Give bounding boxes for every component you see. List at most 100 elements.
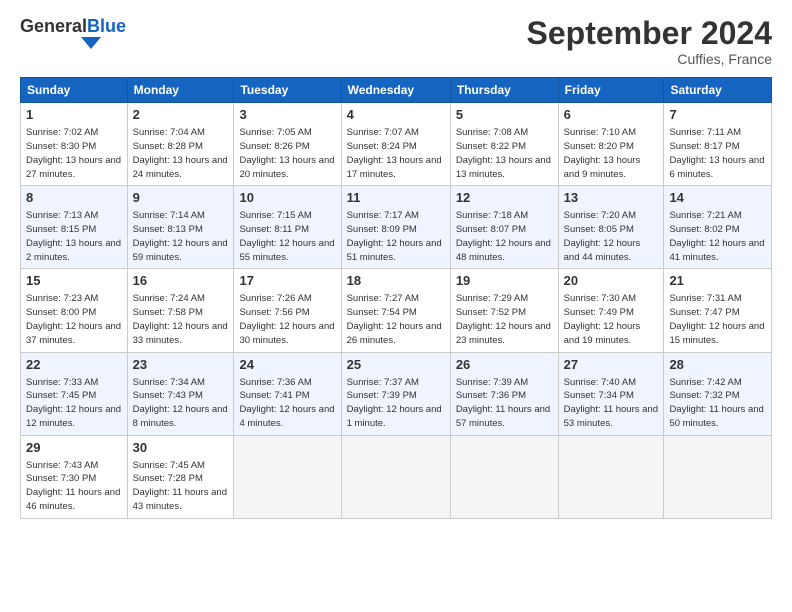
logo-blue-text: Blue — [87, 16, 126, 37]
day-info: Sunrise: 7:34 AMSunset: 7:43 PMDaylight:… — [133, 377, 228, 429]
day-info: Sunrise: 7:39 AMSunset: 7:36 PMDaylight:… — [456, 377, 550, 429]
calendar-cell: 30 Sunrise: 7:45 AMSunset: 7:28 PMDayligh… — [127, 435, 234, 518]
day-number: 11 — [347, 190, 445, 207]
day-number: 5 — [456, 107, 553, 124]
day-info: Sunrise: 7:21 AMSunset: 8:02 PMDaylight:… — [669, 210, 764, 262]
day-number: 14 — [669, 190, 766, 207]
day-number: 8 — [26, 190, 122, 207]
calendar-cell: 24Sunrise: 7:36 AMSunset: 7:41 PMDayligh… — [234, 352, 341, 435]
calendar-cell: 22 Sunrise: 7:33 AMSunset: 7:45 PMDayligh… — [21, 352, 128, 435]
day-info: Sunrise: 7:26 AMSunset: 7:56 PMDaylight:… — [239, 293, 334, 345]
calendar-cell: 23 Sunrise: 7:34 AMSunset: 7:43 PMDayligh… — [127, 352, 234, 435]
day-info: Sunrise: 7:02 AMSunset: 8:30 PMDaylight:… — [26, 127, 121, 179]
day-number: 19 — [456, 273, 553, 290]
header-sunday: Sunday — [21, 78, 128, 103]
day-number: 1 — [26, 107, 122, 124]
calendar-row-4: 22 Sunrise: 7:33 AMSunset: 7:45 PMDayligh… — [21, 352, 772, 435]
calendar-cell — [341, 435, 450, 518]
calendar-cell: 8Sunrise: 7:13 AMSunset: 8:15 PMDaylight… — [21, 186, 128, 269]
calendar-cell: 18Sunrise: 7:27 AMSunset: 7:54 PMDayligh… — [341, 269, 450, 352]
calendar-cell: 26Sunrise: 7:39 AMSunset: 7:36 PMDayligh… — [450, 352, 558, 435]
title-section: September 2024 Cuffies, France — [527, 16, 772, 67]
day-number: 3 — [239, 107, 335, 124]
day-info: Sunrise: 7:05 AMSunset: 8:26 PMDaylight:… — [239, 127, 334, 179]
logo-triangle-icon — [81, 37, 101, 49]
day-info: Sunrise: 7:40 AMSunset: 7:34 PMDaylight:… — [564, 377, 658, 429]
weekday-header-row: Sunday Monday Tuesday Wednesday Thursday… — [21, 78, 772, 103]
day-number: 24 — [239, 357, 335, 374]
day-info: Sunrise: 7:04 AMSunset: 8:28 PMDaylight:… — [133, 127, 228, 179]
calendar-cell: 16 Sunrise: 7:24 AMSunset: 7:58 PMDayligh… — [127, 269, 234, 352]
day-info: Sunrise: 7:20 AMSunset: 8:05 PMDaylight:… — [564, 210, 641, 262]
calendar-cell: 15Sunrise: 7:23 AMSunset: 8:00 PMDayligh… — [21, 269, 128, 352]
day-number: 27 — [564, 357, 659, 374]
day-info: Sunrise: 7:30 AMSunset: 7:49 PMDaylight:… — [564, 293, 641, 345]
calendar-cell: 25Sunrise: 7:37 AMSunset: 7:39 PMDayligh… — [341, 352, 450, 435]
calendar-cell — [664, 435, 772, 518]
day-number: 28 — [669, 357, 766, 374]
day-number: 20 — [564, 273, 659, 290]
header-saturday: Saturday — [664, 78, 772, 103]
calendar-row-3: 15Sunrise: 7:23 AMSunset: 8:00 PMDayligh… — [21, 269, 772, 352]
calendar-cell: 29 Sunrise: 7:43 AMSunset: 7:30 PMDayligh… — [21, 435, 128, 518]
day-info: Sunrise: 7:17 AMSunset: 8:09 PMDaylight:… — [347, 210, 442, 262]
day-number: 30 — [133, 440, 229, 457]
day-info: Sunrise: 7:24 AMSunset: 7:58 PMDaylight:… — [133, 293, 228, 345]
calendar-cell: 9 Sunrise: 7:14 AMSunset: 8:13 PMDaylight… — [127, 186, 234, 269]
day-number: 13 — [564, 190, 659, 207]
day-number: 29 — [26, 440, 122, 457]
calendar-cell: 27 Sunrise: 7:40 AMSunset: 7:34 PMDayligh… — [558, 352, 664, 435]
day-info: Sunrise: 7:15 AMSunset: 8:11 PMDaylight:… — [239, 210, 334, 262]
day-info: Sunrise: 7:14 AMSunset: 8:13 PMDaylight:… — [133, 210, 228, 262]
calendar-cell: 6 Sunrise: 7:10 AMSunset: 8:20 PMDaylight… — [558, 103, 664, 186]
day-info: Sunrise: 7:45 AMSunset: 7:28 PMDaylight:… — [133, 460, 227, 512]
day-number: 12 — [456, 190, 553, 207]
header-tuesday: Tuesday — [234, 78, 341, 103]
calendar-cell: 17Sunrise: 7:26 AMSunset: 7:56 PMDayligh… — [234, 269, 341, 352]
header-friday: Friday — [558, 78, 664, 103]
day-info: Sunrise: 7:10 AMSunset: 8:20 PMDaylight:… — [564, 127, 641, 179]
calendar-row-1: 1 Sunrise: 7:02 AMSunset: 8:30 PMDaylight… — [21, 103, 772, 186]
day-info: Sunrise: 7:33 AMSunset: 7:45 PMDaylight:… — [26, 377, 121, 429]
subtitle: Cuffies, France — [527, 51, 772, 67]
day-number: 7 — [669, 107, 766, 124]
day-number: 10 — [239, 190, 335, 207]
calendar-row-2: 8Sunrise: 7:13 AMSunset: 8:15 PMDaylight… — [21, 186, 772, 269]
day-info: Sunrise: 7:31 AMSunset: 7:47 PMDaylight:… — [669, 293, 764, 345]
day-number: 9 — [133, 190, 229, 207]
logo-wordmark: GeneralBlue — [20, 16, 126, 37]
day-info: Sunrise: 7:29 AMSunset: 7:52 PMDaylight:… — [456, 293, 551, 345]
calendar-cell: 11 Sunrise: 7:17 AMSunset: 8:09 PMDayligh… — [341, 186, 450, 269]
calendar-cell: 20 Sunrise: 7:30 AMSunset: 7:49 PMDayligh… — [558, 269, 664, 352]
page: GeneralBlue September 2024 Cuffies, Fran… — [0, 0, 792, 612]
calendar-cell: 21Sunrise: 7:31 AMSunset: 7:47 PMDayligh… — [664, 269, 772, 352]
calendar-cell: 1 Sunrise: 7:02 AMSunset: 8:30 PMDaylight… — [21, 103, 128, 186]
calendar-cell: 28 Sunrise: 7:42 AMSunset: 7:32 PMDayligh… — [664, 352, 772, 435]
day-number: 6 — [564, 107, 659, 124]
day-number: 16 — [133, 273, 229, 290]
day-number: 18 — [347, 273, 445, 290]
calendar-cell: 2Sunrise: 7:04 AMSunset: 8:28 PMDaylight… — [127, 103, 234, 186]
calendar-cell — [450, 435, 558, 518]
day-info: Sunrise: 7:43 AMSunset: 7:30 PMDaylight:… — [26, 460, 120, 512]
calendar-cell: 4 Sunrise: 7:07 AMSunset: 8:24 PMDaylight… — [341, 103, 450, 186]
logo-graphic: GeneralBlue — [20, 16, 126, 49]
calendar-cell: 13 Sunrise: 7:20 AMSunset: 8:05 PMDayligh… — [558, 186, 664, 269]
day-number: 4 — [347, 107, 445, 124]
header-wednesday: Wednesday — [341, 78, 450, 103]
header-monday: Monday — [127, 78, 234, 103]
header: GeneralBlue September 2024 Cuffies, Fran… — [20, 16, 772, 67]
day-info: Sunrise: 7:08 AMSunset: 8:22 PMDaylight:… — [456, 127, 551, 179]
calendar-cell — [558, 435, 664, 518]
day-info: Sunrise: 7:18 AMSunset: 8:07 PMDaylight:… — [456, 210, 551, 262]
day-number: 23 — [133, 357, 229, 374]
day-info: Sunrise: 7:07 AMSunset: 8:24 PMDaylight:… — [347, 127, 442, 179]
calendar-cell — [234, 435, 341, 518]
main-title: September 2024 — [527, 16, 772, 51]
calendar-table: Sunday Monday Tuesday Wednesday Thursday… — [20, 77, 772, 519]
day-info: Sunrise: 7:42 AMSunset: 7:32 PMDaylight:… — [669, 377, 763, 429]
day-number: 22 — [26, 357, 122, 374]
logo: GeneralBlue — [20, 16, 126, 49]
calendar-cell: 5 Sunrise: 7:08 AMSunset: 8:22 PMDaylight… — [450, 103, 558, 186]
calendar-cell: 19 Sunrise: 7:29 AMSunset: 7:52 PMDayligh… — [450, 269, 558, 352]
